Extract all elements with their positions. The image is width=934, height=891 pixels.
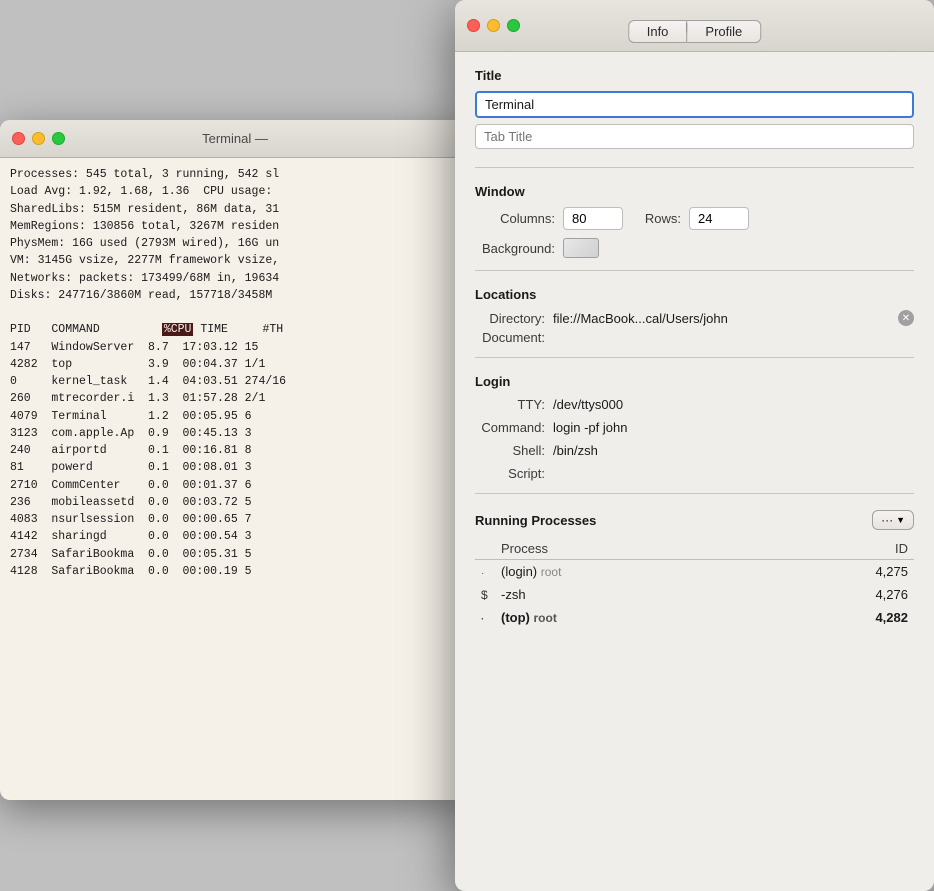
process-id: 4,275 bbox=[754, 560, 914, 584]
close-button[interactable] bbox=[12, 132, 25, 145]
table-row: · (login) root 4,275 bbox=[475, 560, 914, 584]
tab-title-input[interactable] bbox=[475, 124, 914, 149]
maximize-button[interactable] bbox=[52, 132, 65, 145]
divider-3 bbox=[475, 357, 914, 358]
rows-input[interactable] bbox=[689, 207, 749, 230]
document-label: Document: bbox=[475, 330, 545, 345]
background-row: Background: bbox=[475, 238, 914, 258]
rows-label: Rows: bbox=[631, 211, 681, 226]
directory-row: Directory: file://MacBook...cal/Users/jo… bbox=[475, 310, 914, 326]
login-section-label: Login bbox=[475, 374, 914, 389]
terminal-title: Terminal — bbox=[202, 131, 268, 146]
process-bullet: $ bbox=[475, 583, 495, 606]
inspector-maximize-button[interactable] bbox=[507, 19, 520, 32]
columns-label: Columns: bbox=[475, 211, 555, 226]
chevron-down-icon: ▼ bbox=[896, 515, 905, 525]
segmented-control: Info Profile bbox=[628, 20, 762, 43]
traffic-lights bbox=[12, 132, 65, 145]
divider-4 bbox=[475, 493, 914, 494]
col-bullet bbox=[475, 538, 495, 560]
inspector-window: Inspector Info Profile Title Window Colu… bbox=[455, 0, 934, 891]
process-name: (top) root bbox=[495, 606, 754, 629]
inspector-body: Title Window Columns: Rows: Background: … bbox=[455, 52, 934, 891]
inspector-titlebar: Inspector Info Profile bbox=[455, 0, 934, 52]
table-row: · (top) root 4,282 bbox=[475, 606, 914, 629]
shell-row: Shell: /bin/zsh bbox=[475, 443, 914, 458]
columns-row: Columns: Rows: bbox=[475, 207, 914, 230]
process-bullet: · bbox=[475, 606, 495, 629]
background-color-swatch[interactable] bbox=[563, 238, 599, 258]
col-id: ID bbox=[754, 538, 914, 560]
process-bullet: · bbox=[475, 560, 495, 584]
document-row: Document: bbox=[475, 330, 914, 345]
shell-value: /bin/zsh bbox=[553, 443, 598, 458]
title-section-label: Title bbox=[475, 68, 914, 83]
tty-label: TTY: bbox=[475, 397, 545, 412]
divider-2 bbox=[475, 270, 914, 271]
processes-btn-label: ··· bbox=[881, 513, 893, 527]
terminal-window: Terminal — Processes: 545 total, 3 runni… bbox=[0, 120, 470, 800]
script-label: Script: bbox=[475, 466, 545, 481]
locations-section-label: Locations bbox=[475, 287, 914, 302]
table-row: $ -zsh 4,276 bbox=[475, 583, 914, 606]
inspector-traffic-lights bbox=[467, 19, 520, 32]
background-label: Background: bbox=[475, 241, 555, 256]
tty-value: /dev/ttys000 bbox=[553, 397, 623, 412]
window-section-label: Window bbox=[475, 184, 914, 199]
process-table-header: Process ID bbox=[475, 538, 914, 560]
command-label: Command: bbox=[475, 420, 545, 435]
processes-section-label: Running Processes bbox=[475, 513, 596, 528]
inspector-minimize-button[interactable] bbox=[487, 19, 500, 32]
inspector-close-button[interactable] bbox=[467, 19, 480, 32]
command-row: Command: login -pf john bbox=[475, 420, 914, 435]
command-value: login -pf john bbox=[553, 420, 627, 435]
directory-value: file://MacBook...cal/Users/john bbox=[553, 311, 890, 326]
tab-profile[interactable]: Profile bbox=[686, 20, 761, 43]
processes-action-button[interactable]: ··· ▼ bbox=[872, 510, 914, 530]
minimize-button[interactable] bbox=[32, 132, 45, 145]
shell-label: Shell: bbox=[475, 443, 545, 458]
processes-header: Running Processes ··· ▼ bbox=[475, 510, 914, 530]
terminal-content: Processes: 545 total, 3 running, 542 sl … bbox=[0, 158, 470, 588]
tty-row: TTY: /dev/ttys000 bbox=[475, 397, 914, 412]
title-input[interactable] bbox=[475, 91, 914, 118]
terminal-line-1: Processes: 545 total, 3 running, 542 sl … bbox=[10, 168, 286, 578]
terminal-titlebar: Terminal — bbox=[0, 120, 470, 158]
process-name: -zsh bbox=[495, 583, 754, 606]
process-id: 4,276 bbox=[754, 583, 914, 606]
directory-label: Directory: bbox=[475, 311, 545, 326]
col-process: Process bbox=[495, 538, 754, 560]
divider-1 bbox=[475, 167, 914, 168]
columns-input[interactable] bbox=[563, 207, 623, 230]
directory-clear-button[interactable]: ✕ bbox=[898, 310, 914, 326]
script-row: Script: bbox=[475, 466, 914, 481]
process-id: 4,282 bbox=[754, 606, 914, 629]
process-name: (login) root bbox=[495, 560, 754, 584]
process-table: Process ID · (login) root 4,275 $ -zsh 4… bbox=[475, 538, 914, 629]
tab-info[interactable]: Info bbox=[628, 20, 687, 43]
